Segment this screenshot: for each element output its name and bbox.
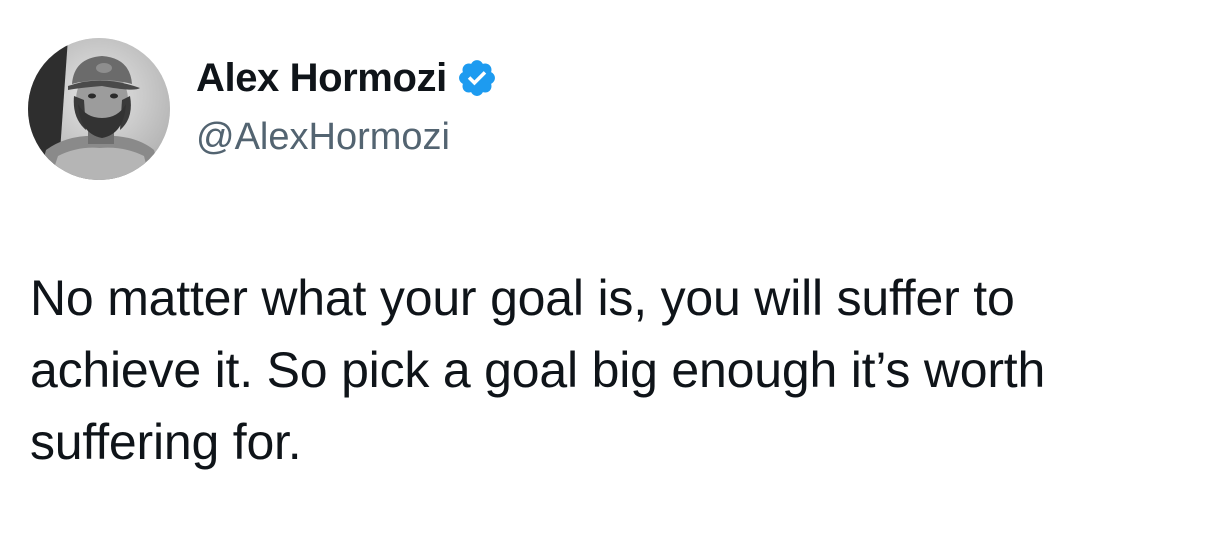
tweet-card: Alex Hormozi @AlexHormozi No matter what… — [0, 0, 1206, 545]
author-name-row: Alex Hormozi — [196, 52, 498, 104]
avatar-photo — [28, 38, 170, 180]
avatar[interactable] — [28, 38, 170, 180]
tweet-text: No matter what your goal is, you will su… — [30, 270, 1046, 470]
author-handle[interactable]: @AlexHormozi — [196, 112, 450, 162]
verified-checkmark-icon[interactable] — [456, 57, 498, 99]
author-display-name[interactable]: Alex Hormozi — [196, 52, 447, 104]
